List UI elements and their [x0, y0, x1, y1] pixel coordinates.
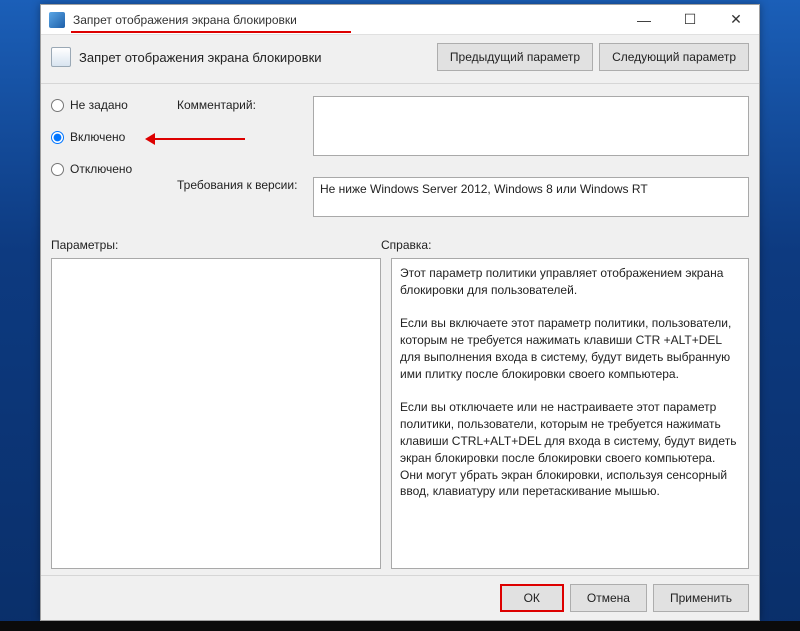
policy-icon	[51, 47, 71, 67]
cancel-button[interactable]: Отмена	[570, 584, 647, 612]
radio-enabled-input[interactable]	[51, 131, 64, 144]
radio-enabled[interactable]: Включено	[51, 130, 171, 144]
radio-enabled-label: Включено	[70, 130, 125, 144]
radio-not-configured[interactable]: Не задано	[51, 98, 171, 112]
radio-disabled-label: Отключено	[70, 162, 132, 176]
comment-label: Комментарий:	[177, 96, 307, 112]
radio-not-configured-label: Не задано	[70, 98, 128, 112]
annotation-arrow	[145, 135, 245, 143]
radio-disabled[interactable]: Отключено	[51, 162, 171, 176]
window-title: Запрет отображения экрана блокировки	[73, 13, 297, 27]
annotation-underline	[71, 31, 351, 33]
dialog-footer: ОК Отмена Применить	[41, 575, 759, 620]
requirements-label: Требования к версии:	[177, 176, 307, 192]
policy-title: Запрет отображения экрана блокировки	[79, 50, 322, 65]
taskbar	[0, 621, 800, 631]
policy-header: Запрет отображения экрана блокировки Пре…	[41, 35, 759, 84]
app-icon	[49, 12, 65, 28]
setting-state-group: Не задано Включено Отключено	[51, 96, 171, 176]
maximize-button[interactable]: ☐	[667, 5, 713, 35]
close-button[interactable]: ✕	[713, 5, 759, 35]
content-area: Не задано Включено Отключено Комментарий…	[41, 84, 759, 575]
radio-not-configured-input[interactable]	[51, 99, 64, 112]
previous-setting-button[interactable]: Предыдущий параметр	[437, 43, 593, 71]
options-pane[interactable]	[51, 258, 381, 569]
requirements-field[interactable]	[313, 177, 749, 217]
ok-button[interactable]: ОК	[500, 584, 564, 612]
next-setting-button[interactable]: Следующий параметр	[599, 43, 749, 71]
radio-disabled-input[interactable]	[51, 163, 64, 176]
dialog-window: Запрет отображения экрана блокировки — ☐…	[40, 4, 760, 621]
help-label: Справка:	[381, 238, 749, 252]
help-pane[interactable]: Этот параметр политики управляет отображ…	[391, 258, 749, 569]
titlebar[interactable]: Запрет отображения экрана блокировки — ☐…	[41, 5, 759, 35]
minimize-button[interactable]: —	[621, 5, 667, 35]
comment-field[interactable]	[313, 96, 749, 156]
options-label: Параметры:	[51, 238, 381, 252]
apply-button[interactable]: Применить	[653, 584, 749, 612]
